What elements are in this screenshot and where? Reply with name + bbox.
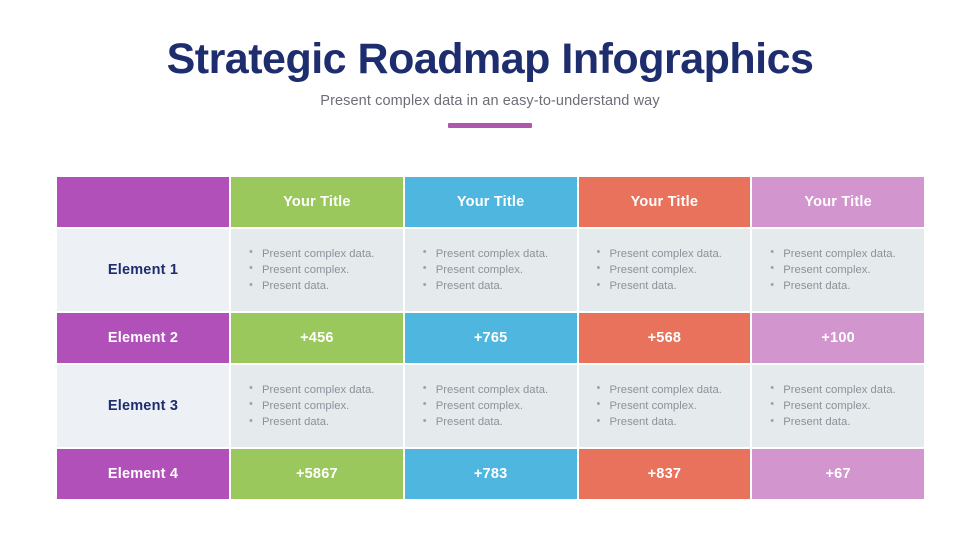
- bullet-list: Present complex data. Present complex. P…: [423, 245, 548, 294]
- row-label: Element 2: [107, 330, 179, 346]
- value-text: +456: [300, 330, 334, 346]
- list-item: Present data.: [249, 278, 374, 294]
- row-label-cell[interactable]: Element 3: [57, 365, 229, 447]
- value-text: +765: [473, 330, 508, 346]
- list-item: Present data.: [597, 278, 722, 294]
- slide-header: Strategic Roadmap Infographics Present c…: [0, 0, 980, 129]
- table-cell[interactable]: +837: [576, 449, 751, 499]
- row-label: Element 4: [107, 466, 179, 482]
- table-cell[interactable]: Present complex data. Present complex. P…: [576, 229, 751, 311]
- table-header-row: Your Title Your Title Your Title Your Ti…: [57, 177, 924, 227]
- list-item: Present complex.: [770, 397, 895, 414]
- roadmap-table: Your Title Your Title Your Title Your Ti…: [57, 177, 924, 499]
- list-item: Present complex.: [249, 261, 374, 278]
- row-label: Element 1: [107, 262, 179, 278]
- value-text: +67: [825, 466, 851, 482]
- bullet-list: Present complex data. Present complex. P…: [597, 245, 722, 294]
- bullet-list: Present complex data. Present complex. P…: [597, 381, 722, 430]
- page-subtitle: Present complex data in an easy-to-under…: [320, 93, 660, 110]
- list-item: Present complex.: [423, 261, 548, 278]
- bullet-list: Present complex data. Present complex. P…: [249, 245, 374, 294]
- value-text: +568: [647, 330, 682, 346]
- table-cell[interactable]: +456: [229, 313, 403, 363]
- list-item: Present complex data.: [423, 245, 548, 262]
- list-item: Present complex.: [770, 261, 895, 278]
- table-cell[interactable]: Present complex data. Present complex. P…: [750, 365, 924, 447]
- table-cell[interactable]: +67: [750, 449, 924, 499]
- bullet-list: Present complex data. Present complex. P…: [770, 381, 895, 430]
- table-cell[interactable]: Present complex data. Present complex. P…: [576, 365, 751, 447]
- bullet-list: Present complex data. Present complex. P…: [423, 381, 548, 430]
- page-title: Strategic Roadmap Infographics: [166, 35, 814, 83]
- accent-divider: [448, 123, 532, 129]
- header-cell-label: Your Title: [630, 194, 699, 210]
- table-cell[interactable]: +100: [750, 313, 924, 363]
- row-label-cell[interactable]: Element 1: [57, 229, 229, 311]
- slide-canvas: Strategic Roadmap Infographics Present c…: [0, 0, 980, 551]
- list-item: Present complex data.: [597, 381, 722, 398]
- list-item: Present data.: [423, 278, 548, 294]
- table-row: Element 4 +5867 +783 +837 +67: [57, 449, 924, 499]
- table-cell[interactable]: +783: [402, 449, 577, 499]
- list-item: Present data.: [597, 414, 722, 430]
- list-item: Present data.: [423, 414, 548, 430]
- table-row: Element 3 Present complex data. Present …: [57, 365, 924, 447]
- list-item: Present complex data.: [249, 381, 374, 398]
- table-cell[interactable]: Present complex data. Present complex. P…: [402, 365, 577, 447]
- table-cell[interactable]: +568: [576, 313, 751, 363]
- table-cell[interactable]: Present complex data. Present complex. P…: [229, 365, 403, 447]
- header-cell-0[interactable]: [57, 177, 229, 227]
- bullet-list: Present complex data. Present complex. P…: [770, 245, 895, 294]
- table-row: Element 2 +456 +765 +568 +100: [57, 313, 924, 363]
- list-item: Present complex.: [597, 261, 722, 278]
- list-item: Present data.: [770, 414, 895, 430]
- table-row: Element 1 Present complex data. Present …: [57, 229, 924, 311]
- list-item: Present complex.: [249, 397, 374, 414]
- header-cell-label: Your Title: [456, 194, 525, 210]
- row-label-cell[interactable]: Element 4: [57, 449, 229, 499]
- list-item: Present complex.: [423, 397, 548, 414]
- list-item: Present complex.: [597, 397, 722, 414]
- list-item: Present complex data.: [249, 245, 374, 262]
- table-cell[interactable]: Present complex data. Present complex. P…: [229, 229, 403, 311]
- header-cell-label: Your Title: [804, 194, 872, 210]
- value-text: +100: [821, 330, 855, 346]
- header-cell-label: Your Title: [283, 194, 351, 210]
- list-item: Present data.: [249, 414, 374, 430]
- list-item: Present complex data.: [597, 245, 722, 262]
- table-cell[interactable]: +765: [402, 313, 577, 363]
- row-label-cell[interactable]: Element 2: [57, 313, 229, 363]
- list-item: Present complex data.: [423, 381, 548, 398]
- header-cell-2[interactable]: Your Title: [402, 177, 577, 227]
- table-cell[interactable]: Present complex data. Present complex. P…: [750, 229, 924, 311]
- list-item: Present complex data.: [770, 245, 895, 262]
- table-cell[interactable]: +5867: [229, 449, 403, 499]
- bullet-list: Present complex data. Present complex. P…: [249, 381, 374, 430]
- header-cell-4[interactable]: Your Title: [750, 177, 924, 227]
- header-cell-3[interactable]: Your Title: [576, 177, 751, 227]
- header-cell-1[interactable]: Your Title: [229, 177, 403, 227]
- row-label: Element 3: [107, 398, 179, 414]
- value-text: +837: [647, 466, 682, 482]
- value-text: +5867: [296, 466, 338, 482]
- list-item: Present data.: [770, 278, 895, 294]
- table-cell[interactable]: Present complex data. Present complex. P…: [402, 229, 577, 311]
- value-text: +783: [473, 466, 508, 482]
- list-item: Present complex data.: [770, 381, 895, 398]
